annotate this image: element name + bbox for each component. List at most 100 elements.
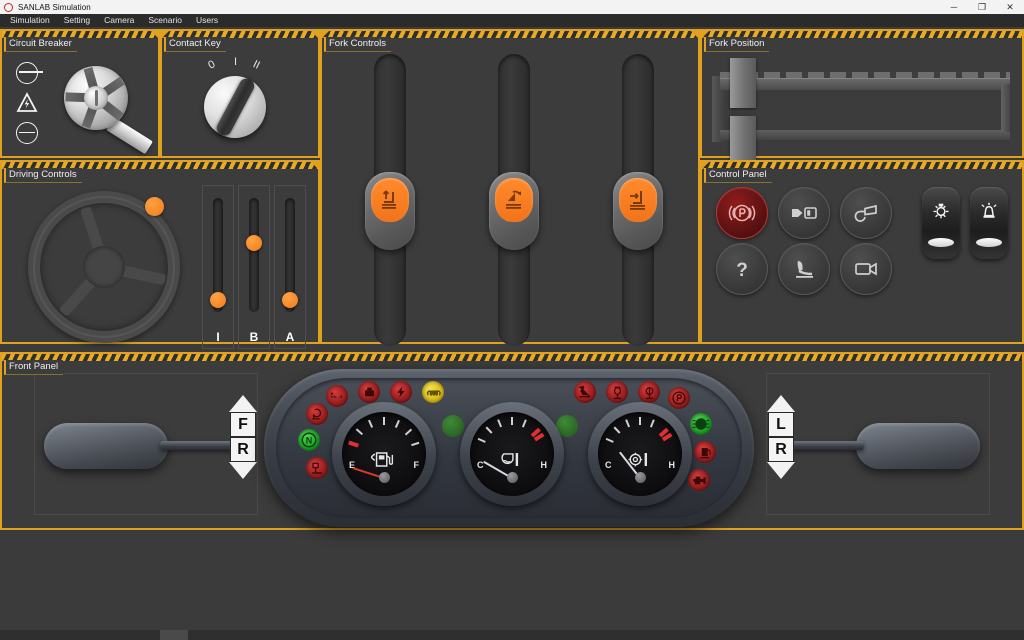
steering-wheel[interactable] xyxy=(28,191,180,343)
brake-slider[interactable]: B xyxy=(238,185,270,349)
slider-thumb[interactable] xyxy=(282,292,298,308)
left-hand-grip[interactable] xyxy=(44,423,168,469)
contact-key-title: Contact Key xyxy=(164,37,226,52)
camera-button[interactable] xyxy=(840,243,892,295)
parking-brake-icon xyxy=(728,204,756,222)
front-panel-body: F R L R N E F C H C H xyxy=(2,361,1022,528)
headlight-icon xyxy=(692,418,710,430)
window-controls: ─ ❐ ✕ xyxy=(940,0,1024,14)
seatbelt-button[interactable] xyxy=(778,187,830,239)
inching-slider[interactable]: A xyxy=(274,185,306,349)
slider-thumb[interactable] xyxy=(210,292,226,308)
maximize-button[interactable]: ❐ xyxy=(968,0,996,14)
video-camera-icon xyxy=(855,262,877,276)
dashboard-pod: N E F C H C H xyxy=(264,369,754,527)
taskbar xyxy=(0,630,1024,640)
lift-lever[interactable] xyxy=(365,54,415,346)
turn-signal-selector[interactable]: L R xyxy=(764,395,798,479)
parking-brake-button[interactable] xyxy=(716,187,768,239)
oil-pressure-icon xyxy=(330,392,342,398)
key-position-0: 0 xyxy=(206,58,218,72)
preheat-lamp xyxy=(306,403,328,425)
key-position-1: I xyxy=(234,56,238,68)
slider-label-b: B xyxy=(249,330,259,344)
fork-blade-upper xyxy=(730,58,756,108)
control-panel-body: ? xyxy=(702,169,1022,342)
preheat-coil-lamp xyxy=(422,381,444,403)
seat-button[interactable] xyxy=(778,243,830,295)
wheel-spinner-knob[interactable] xyxy=(145,197,164,216)
lever-grip[interactable] xyxy=(613,172,663,250)
engine-check-lamp xyxy=(688,469,710,491)
work-light-switch[interactable] xyxy=(922,187,960,259)
switch-lens xyxy=(928,238,954,247)
contact-key-body: 0 I II xyxy=(162,38,318,156)
selector-right-key[interactable]: R xyxy=(768,437,794,462)
panel-control-panel: Control Panel ? xyxy=(700,160,1024,344)
selector-reverse-key[interactable]: R xyxy=(230,437,256,462)
selector-up-arrow[interactable] xyxy=(229,395,257,412)
right-hand-grip[interactable] xyxy=(856,423,980,469)
brake-fluid-lamp xyxy=(358,381,380,403)
menu-users[interactable]: Users xyxy=(189,14,225,27)
direction-selector[interactable]: F R xyxy=(226,395,260,479)
question-mark-icon: ? xyxy=(736,260,748,281)
coolant-max-label: H xyxy=(540,460,548,470)
menu-camera[interactable]: Camera xyxy=(97,14,141,27)
slider-label-i: I xyxy=(216,330,220,344)
side-shift-icon xyxy=(619,178,657,222)
slider-thumb[interactable] xyxy=(246,235,262,251)
window-title: SANLAB Simulation xyxy=(18,2,91,12)
heater-coil-icon xyxy=(426,389,441,396)
selector-up-arrow[interactable] xyxy=(767,395,795,412)
rotary-breaker-switch[interactable] xyxy=(64,66,128,130)
menu-setting[interactable]: Setting xyxy=(57,14,97,27)
selector-down-arrow[interactable] xyxy=(767,462,795,479)
close-button[interactable]: ✕ xyxy=(996,0,1024,14)
fuel-reserve-icon xyxy=(699,447,711,458)
parking-brake-lamp xyxy=(306,457,328,479)
taskbar-item[interactable] xyxy=(160,630,188,640)
control-panel-title: Control Panel xyxy=(704,168,772,183)
tilt-lever[interactable] xyxy=(489,54,539,346)
panel-front-panel: Front Panel F R L R N E F C H C H xyxy=(0,352,1024,530)
selector-down-arrow[interactable] xyxy=(229,462,257,479)
menu-scenario[interactable]: Scenario xyxy=(141,14,189,27)
menu-simulation[interactable]: Simulation xyxy=(3,14,57,27)
fork-carriage-indicator xyxy=(712,58,1012,174)
mast-rear-column xyxy=(1001,84,1010,132)
brake-fluid-icon xyxy=(364,387,374,396)
menubar: Simulation Setting Camera Scenario Users xyxy=(0,14,1024,27)
slider-track[interactable] xyxy=(249,198,259,312)
beacon-light-icon xyxy=(981,202,997,218)
ignition-key-knob[interactable] xyxy=(204,76,266,138)
panel-fork-controls: Fork Controls xyxy=(320,29,700,346)
horn-button[interactable] xyxy=(840,187,892,239)
pedal-slider-group: I B A xyxy=(202,185,306,349)
glow-plug-icon xyxy=(311,408,321,419)
beacon-switch[interactable] xyxy=(970,187,1008,259)
lever-grip[interactable] xyxy=(365,172,415,250)
minimize-button[interactable]: ─ xyxy=(940,0,968,14)
sideshift-lever[interactable] xyxy=(613,54,663,346)
circuit-breaker-icon-column xyxy=(16,62,43,144)
lever-grip[interactable] xyxy=(489,172,539,250)
key-position-marks: 0 I II xyxy=(195,56,273,78)
rocker-switch-group xyxy=(922,187,1008,259)
coolant-temp-gauge: C H xyxy=(460,402,564,506)
upper-rail xyxy=(720,78,1010,90)
warning-triangle-icon xyxy=(16,92,38,114)
circuit-open-icon xyxy=(16,122,38,144)
selector-forward-key[interactable]: F xyxy=(230,412,256,437)
circuit-breaker-title: Circuit Breaker xyxy=(4,37,77,52)
help-button[interactable]: ? xyxy=(716,243,768,295)
seatbelt-warning-icon xyxy=(578,385,591,398)
accelerator-slider[interactable]: I xyxy=(202,185,234,349)
selector-left-key[interactable]: L xyxy=(768,412,794,437)
slider-label-a: A xyxy=(285,330,295,344)
circuit-closed-icon xyxy=(16,62,43,84)
left-indicator-lamp xyxy=(442,415,464,437)
hydraulic-filter-icon xyxy=(645,386,653,399)
coolant-temp-icon xyxy=(500,451,524,473)
neutral-n-icon: N xyxy=(301,432,317,448)
